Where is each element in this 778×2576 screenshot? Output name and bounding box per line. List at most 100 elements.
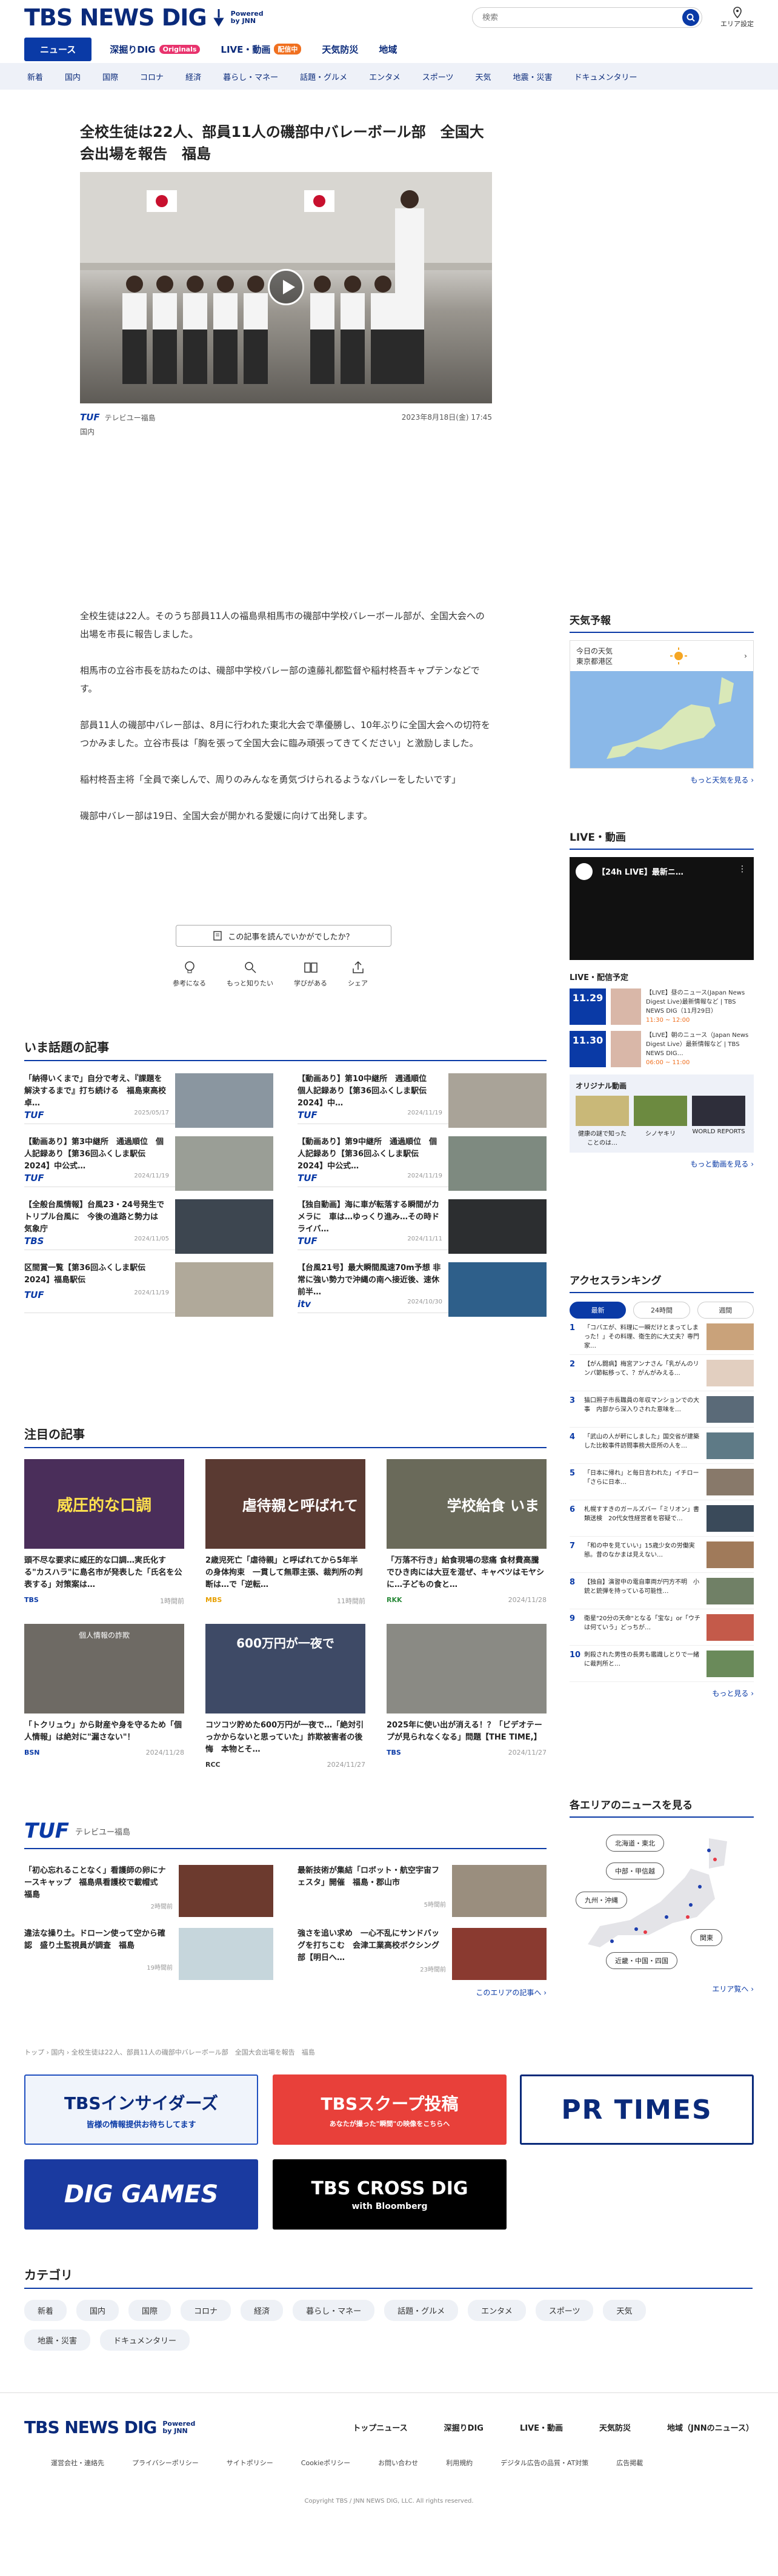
footer-link[interactable]: 利用規約 (446, 2458, 473, 2468)
local-more-link[interactable]: このエリアの記事へ › (24, 1987, 547, 1998)
footer-link[interactable]: デジタル広告の品質・AT対策 (500, 2458, 588, 2468)
source-name[interactable]: テレビユー福島 (105, 412, 156, 423)
trending-item[interactable]: 【台風21号】最大瞬間風速70m予想 非常に強い勢力で沖縄の南へ接近後、速休前半… (298, 1250, 547, 1317)
trending-item[interactable]: 【全般台風情報】台風23・24号発生でトリプル台風に 今後の進路と勢力は 気象庁… (24, 1187, 273, 1254)
ranking-more-link[interactable]: もっと見る › (570, 1688, 754, 1698)
trending-item[interactable]: 「納得いくまで」自分で考え、『課題を解決するまで』打ち続ける 福島東高校 卓… … (24, 1061, 273, 1128)
trending-item[interactable]: 【動画あり】第10中継所 週通順位 個人記録あり【第36回ふくしま駅伝2024】… (298, 1061, 547, 1128)
featured-card[interactable]: 個人情報の詐欺 「トクリュウ」から財産や身を守るため「個人情報」は絶対に"漏さな… (24, 1624, 184, 1769)
original-video-card[interactable]: 健康の謎で知ったことのは… (576, 1096, 629, 1147)
area-button-kyushu[interactable]: 九州・沖縄 (576, 1892, 627, 1909)
footer-link[interactable]: サイトポリシー (227, 2458, 273, 2468)
ranking-item[interactable]: 9 衛星"20分の天命"となる「宝な」or「ウチは何ていう」どっちが… (570, 1609, 754, 1646)
footer-logo[interactable]: TBS NEWS DIG Powered by JNN (24, 2417, 195, 2437)
category-pill[interactable]: 話題・グルメ (384, 2300, 459, 2321)
category-pill[interactable]: 経済 (241, 2300, 284, 2321)
footer-nav-item[interactable]: 地域（JNNのニュース） (667, 2422, 754, 2433)
subnav-item[interactable]: エンタメ (369, 71, 401, 82)
subnav-item[interactable]: 新着 (27, 71, 43, 82)
subnav-item[interactable]: ドキュメンタリー (574, 71, 637, 82)
banner-cross-dig[interactable]: TBS CROSS DIG with Bloomberg (273, 2159, 507, 2230)
subnav-item[interactable]: 国内 (65, 71, 81, 82)
featured-card[interactable]: 2025年に使い出が消える！？「ビデオテープが見られなくなる」問題【THE TI… (387, 1624, 547, 1769)
ranking-item[interactable]: 7 「和の中を見ていい」15歳少女の労働実態。昔のなかまは見えない… (570, 1537, 754, 1573)
nav-region[interactable]: 地域 (376, 38, 399, 61)
original-video-more-link[interactable]: もっと動画を見る › (570, 1159, 754, 1169)
category-pill[interactable]: 暮らし・マネー (293, 2300, 375, 2321)
category-pill[interactable]: コロナ (181, 2300, 231, 2321)
weather-more-link[interactable]: もっと天気を見る › (570, 775, 754, 785)
ranking-item[interactable]: 8 【独自】演習中の電自車両が円方不明 小銃と銃弾を持っている可能性… (570, 1573, 754, 1609)
category-pill[interactable]: エンタメ (468, 2300, 526, 2321)
more-vert-icon[interactable]: ⋮ (738, 864, 746, 874)
ranking-item[interactable]: 2 【がん闘病】梅宮アンナさん「乳がんのリンパ節転移って、？がんがみえる… (570, 1355, 754, 1391)
banner-scoop[interactable]: TBSスクープ投稿 あなたが撮った"瞬間"の映像をこちらへ (273, 2074, 507, 2145)
subnav-item[interactable]: 天気 (475, 71, 491, 82)
ranking-item[interactable]: 5 「日本に帰れ」と毎日言われた」イチロー「さらに日本… (570, 1464, 754, 1500)
footer-link[interactable]: Cookieポリシー (301, 2458, 350, 2468)
footer-link[interactable]: お問い合わせ (378, 2458, 418, 2468)
weather-summary[interactable]: 今日の天気 東京都港区 › (570, 641, 753, 671)
footer-nav-item[interactable]: 深掘りDIG (444, 2422, 484, 2433)
nav-fukabori[interactable]: 深掘りDIG Originals (107, 38, 202, 61)
ranking-item[interactable]: 10 刺殺された男性の長男も鑑識しとりで一緒に裁判所と… (570, 1646, 754, 1682)
featured-card[interactable]: 学校給食 いま 「万落不行き」給食現場の悲痛 食材費高騰でひき肉には大豆を混ぜ、… (387, 1459, 547, 1606)
category-pill[interactable]: 天気 (603, 2300, 646, 2321)
live-schedule-item[interactable]: 11.29 【LIVE】昼のニュース(Japan News Digest Liv… (570, 988, 754, 1025)
reaction-helpful[interactable]: 参考になる (173, 960, 206, 988)
article-video[interactable] (80, 172, 492, 403)
local-item[interactable]: 違法な操り土。ドローン使って空から確認 盛り土監視員が調査 福島 19時間前 (24, 1918, 273, 1981)
ranking-tab-latest[interactable]: 最新 (570, 1302, 627, 1319)
category-pill[interactable]: 新着 (24, 2300, 67, 2321)
trending-item[interactable]: 【動画あり】第9中継所 通過順位 個人記録あり【第36回ふくしま駅伝2024】中… (298, 1124, 547, 1191)
area-button-chubu[interactable]: 中部・甲信越 (606, 1862, 664, 1879)
play-button[interactable] (268, 269, 304, 305)
breadcrumb[interactable]: トップ › 国内 › 全校生徒は22人、部員11人の磯部中バレーボール部 全国大… (24, 2047, 315, 2057)
category-pill[interactable]: 地震・災害 (24, 2329, 91, 2351)
banner-dig-games[interactable]: DIG GAMES (24, 2159, 258, 2230)
subnav-item[interactable]: 経済 (185, 71, 201, 82)
weather-map[interactable] (570, 671, 753, 768)
site-logo[interactable]: TBS NEWS DIG Powered by JNN (24, 4, 264, 31)
article-category[interactable]: 国内 (80, 426, 492, 437)
area-setting-button[interactable]: エリア設定 (720, 7, 754, 28)
original-video-card[interactable]: シノヤキリ (634, 1096, 687, 1147)
live-video-player[interactable]: 【24h LIVE】最新ニ… ⋮ (570, 857, 754, 960)
area-button-hokkaido-tohoku[interactable]: 北海道・東北 (606, 1835, 664, 1852)
subnav-item[interactable]: コロナ (140, 71, 164, 82)
nav-live[interactable]: LIVE・動画 配信中 (218, 38, 304, 61)
featured-card[interactable]: 威圧的な口調 頭不尽な要求に威圧的な口調…実氏化する"カスハラ"に島名市が発表し… (24, 1459, 184, 1606)
area-button-kanto[interactable]: 関東 (691, 1929, 722, 1946)
footer-link[interactable]: 運営会社・連絡先 (51, 2458, 104, 2468)
nav-weather[interactable]: 天気防災 (319, 38, 361, 61)
trending-item[interactable]: 【動画あり】第3中継所 通過順位 個人記録あり【第36回ふくしま駅伝2024】中… (24, 1124, 273, 1191)
reaction-learning[interactable]: 学びがある (294, 960, 327, 988)
ranking-item[interactable]: 3 猫口照子市長職員の年収マンションでの大事 内部から深入りされた意味を… (570, 1391, 754, 1428)
featured-card[interactable]: 虐待親と呼ばれて 2歳児死亡「虐待親」と呼ばれてから5年半の身体拘束 一貫して無… (205, 1459, 365, 1606)
local-item[interactable]: 強さを追い求め 一心不乱にサンドバッグを打ちこむ 会津工業高校ボクシング部【明日… (298, 1918, 547, 1981)
live-schedule-item[interactable]: 11.30 【LIVE】朝のニュース（Japan News Digest Liv… (570, 1031, 754, 1067)
subnav-item[interactable]: スポーツ (422, 71, 454, 82)
subnav-item[interactable]: 話題・グルメ (300, 71, 347, 82)
category-pill[interactable]: スポーツ (535, 2300, 594, 2321)
original-video-card[interactable]: WORLD REPORTS (692, 1096, 745, 1147)
footer-nav-item[interactable]: トップニュース (353, 2422, 407, 2433)
subnav-item[interactable]: 暮らし・マネー (223, 71, 278, 82)
ranking-item[interactable]: 1 「コバエが、料理に一瞬だけとまってしまった！」その料理、衛生的に大丈夫？専門家… (570, 1319, 754, 1355)
featured-card[interactable]: 600万円が一夜で コツコツ貯めた600万円が一夜で…「絶対引っかからないと思っ… (205, 1624, 365, 1769)
feedback-button[interactable]: この記事を読んでいかがでしたか？ (176, 925, 391, 947)
subnav-item[interactable]: 地震・災害 (513, 71, 553, 82)
category-pill[interactable]: 国際 (128, 2300, 171, 2321)
ranking-tab-24h[interactable]: 24時間 (633, 1302, 690, 1319)
footer-nav-item[interactable]: 天気防災 (599, 2422, 631, 2433)
category-pill[interactable]: 国内 (76, 2300, 119, 2321)
local-station-logo[interactable]: TUF (24, 1819, 69, 1843)
local-item[interactable]: 最新技術が集結「ロボット・航空宇宙フェスタ」開催 福島・郡山市 5時間前 (298, 1855, 547, 1918)
local-item[interactable]: 「初心忘れることなく」看護師の卵にナースキャップ 福島県看護校で載帽式 福島 2時… (24, 1855, 273, 1918)
reaction-share[interactable]: シェア (348, 960, 368, 988)
subnav-item[interactable]: 国際 (102, 71, 118, 82)
footer-link[interactable]: プライバシーポリシー (132, 2458, 199, 2468)
nav-news[interactable]: ニュース (24, 37, 92, 61)
trending-item[interactable]: 区間賞一覧【第36回ふくしま駅伝2024】福島駅伝 TUF 2024/11/19 (24, 1250, 273, 1317)
reaction-want-more[interactable]: もっと知りたい (227, 960, 273, 988)
